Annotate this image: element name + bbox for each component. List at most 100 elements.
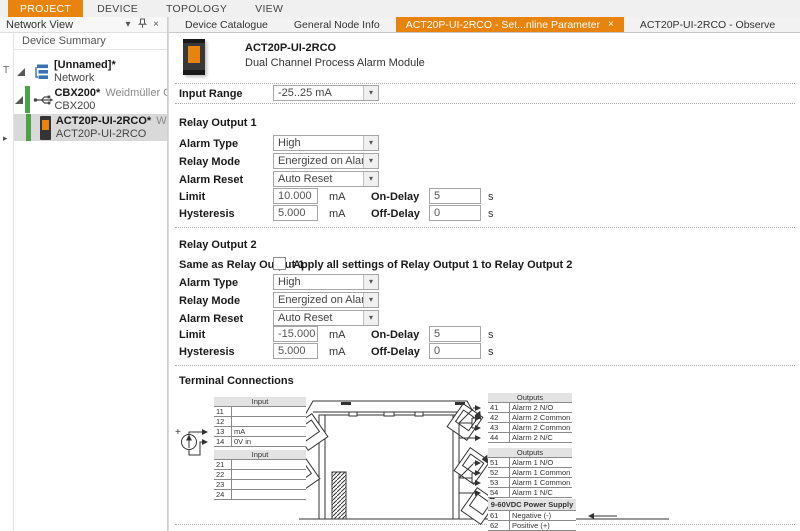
panel-title: Network View [6, 19, 73, 31]
tree-item-cbx200[interactable]: CBX200*Weidmüller CBX,... CBX200 [14, 86, 167, 113]
tab-device-catalogue[interactable]: Device Catalogue [175, 17, 278, 32]
relay-mode-value: Energized on Alarm [274, 154, 363, 168]
alarm-type-value: High [274, 136, 363, 150]
tree-item-network[interactable]: [Unnamed]* Network [14, 58, 167, 85]
polarity-plus-label: + [175, 427, 181, 438]
menu-view[interactable]: VIEW [241, 0, 297, 17]
pin-icon[interactable] [135, 18, 149, 32]
relay2-limit-input[interactable] [273, 326, 318, 342]
chevron-down-icon: ▾ [363, 86, 378, 100]
alarm-type-label: Alarm Type [179, 277, 238, 289]
hysteresis-label: Hysteresis [179, 208, 235, 220]
tree-item-text: [Unnamed]* Network [54, 59, 116, 85]
terminal-table-row: 24 [214, 490, 306, 500]
chevron-down-icon: ▾ [363, 172, 378, 186]
menu-device[interactable]: DEVICE [83, 0, 152, 17]
module-icon [34, 116, 56, 140]
terminal-table-row: 44Alarm 2 N/C [488, 433, 572, 443]
off-delay-unit: s [488, 346, 494, 358]
on-delay-label: On-Delay [371, 191, 419, 203]
node-name: CBX200* [54, 87, 100, 99]
menu-project[interactable]: PROJECT [8, 0, 83, 17]
on-delay-unit: s [488, 329, 494, 341]
expander-icon[interactable] [14, 96, 25, 104]
tab-set-online-parameter[interactable]: ACT20P-UI-2RCO - Set...nline Parameter × [396, 17, 624, 32]
terminal-table-row: 22 [214, 470, 306, 480]
relay-mode-label: Relay Mode [179, 156, 240, 168]
relay2-relay-mode-select[interactable]: Energized on Alarm ▾ [273, 292, 379, 308]
usb-icon [33, 93, 54, 107]
status-bar-green [26, 114, 32, 141]
chevron-down-icon: ▾ [363, 154, 378, 168]
alarm-reset-label: Alarm Reset [179, 174, 243, 186]
relay1-title: Relay Output 1 [179, 117, 257, 129]
hysteresis-label: Hysteresis [179, 346, 235, 358]
section-divider [175, 227, 795, 228]
terminal-table-row: 11 [214, 407, 306, 417]
alarm-type-value: High [274, 275, 363, 289]
tree-item-text: CBX200*Weidmüller CBX,... CBX200 [54, 87, 167, 113]
limit-unit: mA [329, 329, 346, 341]
table-header: Outputs [488, 448, 572, 458]
relay2-alarm-reset-select[interactable]: Auto Reset ▾ [273, 310, 379, 326]
menu-topology[interactable]: TOPOLOGY [152, 0, 241, 17]
terminal-diagram: + Input 111213mA140V in Input 21222324 O… [169, 388, 800, 531]
tab-close-icon[interactable]: × [608, 19, 614, 30]
relay1-relay-mode-select[interactable]: Energized on Alarm ▾ [273, 153, 379, 169]
table-header: Input [214, 397, 306, 407]
relay2-alarm-type-select[interactable]: High ▾ [273, 274, 379, 290]
relay1-hysteresis-input[interactable] [273, 205, 318, 221]
relay1-off-delay-input[interactable] [429, 205, 481, 221]
terminal-table-row: 61Negative (-) [488, 511, 576, 521]
bus-connector [332, 472, 346, 519]
off-delay-label: Off-Delay [371, 208, 420, 220]
tree-item-text: ACT20P-UI-2RCO*Weid... ACT20P-UI-2RCO [56, 115, 167, 141]
relay2-hysteresis-input[interactable] [273, 343, 318, 359]
parameter-page: ACT20P-UI-2RCO Dual Channel Process Alar… [169, 33, 800, 531]
terminal-table-row: 12 [214, 417, 306, 427]
input1-table: Input 111213mA140V in [214, 397, 306, 447]
node-suffix: Weidmüller CBX,... [105, 87, 167, 99]
tab-observe[interactable]: ACT20P-UI-2RCO - Observe [630, 17, 785, 32]
node-name: ACT20P-UI-2RCO* [56, 115, 151, 127]
expander-icon[interactable] [14, 68, 28, 76]
tab-label: ACT20P-UI-2RCO - Set...nline Parameter [406, 19, 600, 31]
section-divider [175, 365, 795, 366]
chevron-down-icon[interactable]: ▾ [121, 19, 135, 30]
on-delay-label: On-Delay [371, 329, 419, 341]
terminal-table-row: 21 [214, 460, 306, 470]
power-supply-table: 9-60VDC Power Supply 61Negative (-)62Pos… [488, 499, 576, 531]
terminal-title: Terminal Connections [179, 375, 294, 387]
close-icon[interactable]: × [149, 19, 163, 30]
hysteresis-unit: mA [329, 208, 346, 220]
terminal-table-row: 53Alarm 1 Common [488, 478, 572, 488]
relay1-alarm-reset-select[interactable]: Auto Reset ▾ [273, 171, 379, 187]
device-tree: [Unnamed]* Network [14, 57, 167, 141]
node-subtext: ACT20P-UI-2RCO [56, 128, 146, 140]
alarm-reset-value: Auto Reset [274, 172, 363, 186]
limit-unit: mA [329, 191, 346, 203]
apply-settings-checkbox[interactable] [273, 257, 286, 270]
device-title: ACT20P-UI-2RCO [245, 42, 336, 54]
relay1-on-delay-input[interactable] [429, 188, 481, 204]
on-delay-unit: s [488, 191, 494, 203]
tree-item-act20p[interactable]: ACT20P-UI-2RCO*Weid... ACT20P-UI-2RCO [14, 114, 167, 141]
tab-general-node-info[interactable]: General Node Info [284, 17, 390, 32]
relay2-off-delay-input[interactable] [429, 343, 481, 359]
alarm-reset-label: Alarm Reset [179, 313, 243, 325]
chevron-down-icon: ▾ [363, 311, 378, 325]
relay1-alarm-type-select[interactable]: High ▾ [273, 135, 379, 151]
limit-label: Limit [179, 329, 205, 341]
input-range-select[interactable]: -25..25 mA ▾ [273, 85, 379, 101]
relay2-on-delay-input[interactable] [429, 326, 481, 342]
relay1-limit-input[interactable] [273, 188, 318, 204]
device-summary-header[interactable]: Device Summary [14, 33, 167, 50]
input-range-value: -25..25 mA [274, 86, 363, 100]
table-header: 9-60VDC Power Supply [488, 499, 576, 511]
terminal-table-row: 41Alarm 2 N/O [488, 403, 572, 413]
off-delay-label: Off-Delay [371, 346, 420, 358]
hysteresis-unit: mA [329, 346, 346, 358]
terminal-table-row: 43Alarm 2 Common [488, 423, 572, 433]
relay-mode-label: Relay Mode [179, 295, 240, 307]
device-subtitle: Dual Channel Process Alarm Module [245, 57, 425, 69]
